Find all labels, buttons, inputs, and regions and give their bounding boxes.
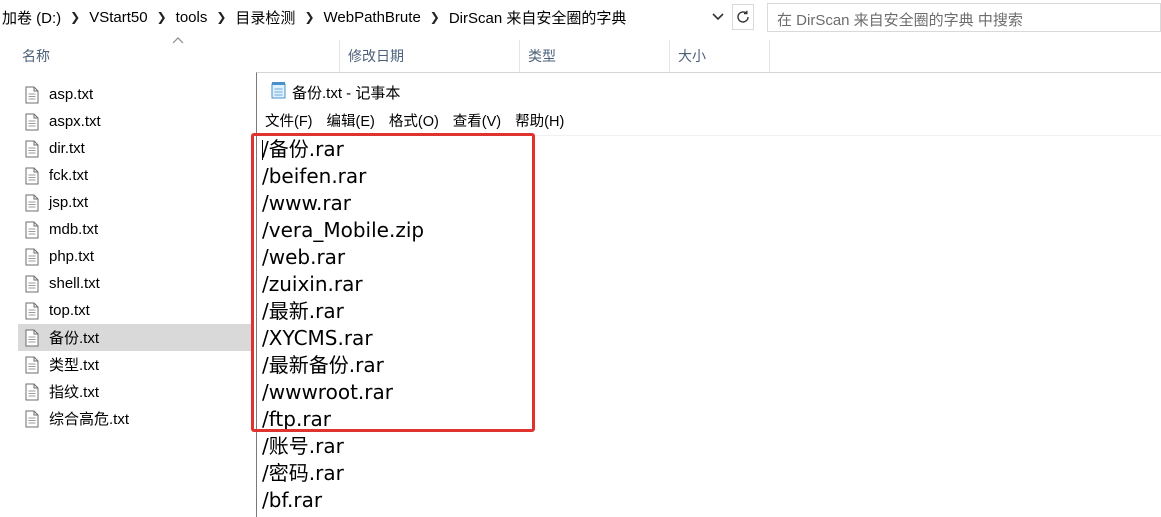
text-line: /zuixin.rar — [262, 272, 363, 296]
menu-bar: 文件(F) 编辑(E) 格式(O) 查看(V) 帮助(H) — [257, 110, 1161, 134]
chevron-right-icon[interactable]: ❯ — [297, 10, 321, 24]
search-input[interactable]: 在 DirScan 来自安全圈的字典 中搜索 — [767, 3, 1161, 32]
file-name: fck.txt — [49, 167, 89, 184]
file-name: asp.txt — [49, 86, 94, 103]
chevron-right-icon[interactable]: ❯ — [209, 10, 233, 24]
breadcrumb-webpathbrute[interactable]: WebPathBrute — [322, 9, 423, 26]
list-item[interactable]: asp.txt — [18, 81, 254, 108]
file-name: 备份.txt — [49, 330, 100, 347]
column-header-size[interactable]: 大小 — [670, 40, 770, 72]
breadcrumb-dir-detect[interactable]: 目录检测 — [233, 7, 297, 28]
sort-up-icon — [172, 37, 184, 44]
file-name: 指纹.txt — [49, 384, 100, 401]
text-file-icon — [25, 221, 39, 238]
list-item[interactable]: 综合高危.txt — [18, 405, 254, 432]
breadcrumb[interactable]: 加卷 (D:) ❯ VStart50 ❯ tools ❯ 目录检测 ❯ WebP… — [0, 3, 730, 31]
file-name: dir.txt — [49, 140, 85, 157]
notepad-window: 备份.txt - 记事本 文件(F) 编辑(E) 格式(O) 查看(V) 帮助(… — [256, 72, 1161, 517]
file-name: 综合高危.txt — [49, 411, 130, 428]
window-title: 备份.txt - 记事本 — [292, 85, 401, 102]
text-editor[interactable]: /备份.rar /beifen.rar /www.rar /vera_Mobil… — [257, 136, 1161, 517]
list-item[interactable]: php.txt — [18, 243, 254, 270]
list-item[interactable]: top.txt — [18, 297, 254, 324]
file-name: php.txt — [49, 248, 95, 265]
chevron-right-icon[interactable]: ❯ — [423, 10, 447, 24]
text-file-icon — [25, 167, 39, 184]
text-file-icon — [25, 302, 39, 319]
notepad-titlebar[interactable]: 备份.txt - 记事本 — [257, 73, 1161, 108]
column-header-modified[interactable]: 修改日期 — [340, 40, 520, 72]
file-name: shell.txt — [49, 275, 100, 292]
list-item[interactable]: shell.txt — [18, 270, 254, 297]
notepad-icon — [271, 82, 286, 99]
breadcrumb-vstart50[interactable]: VStart50 — [87, 9, 149, 26]
file-name: mdb.txt — [49, 221, 99, 238]
chevron-right-icon[interactable]: ❯ — [150, 10, 174, 24]
file-name: 类型.txt — [49, 357, 100, 374]
menu-help[interactable]: 帮助(H) — [508, 110, 571, 134]
text-line: /wwwroot.rar — [262, 380, 393, 404]
list-item[interactable]: 指纹.txt — [18, 378, 254, 405]
file-list: asp.txt aspx.txt dir.txt fck.txt jsp.txt… — [18, 81, 254, 432]
text-line: /web.rar — [262, 245, 346, 269]
file-name: jsp.txt — [49, 194, 89, 211]
text-line: /www.rar — [262, 191, 352, 215]
chevron-down-icon — [712, 13, 724, 21]
file-name: aspx.txt — [49, 113, 101, 130]
column-header-type[interactable]: 类型 — [520, 40, 670, 72]
menu-view[interactable]: 查看(V) — [446, 110, 508, 134]
text-file-icon — [25, 410, 39, 427]
text-file-icon — [25, 140, 39, 157]
text-line: /最新.rar — [262, 299, 344, 323]
text-file-icon — [25, 275, 39, 292]
text-line: /vera_Mobile.zip — [262, 218, 425, 242]
column-headers: 名称 修改日期 类型 大小 — [0, 40, 1161, 72]
list-item[interactable]: jsp.txt — [18, 189, 254, 216]
list-item[interactable]: fck.txt — [18, 162, 254, 189]
search-placeholder: 在 DirScan 来自安全圈的字典 中搜索 — [777, 12, 1023, 29]
breadcrumb-drive[interactable]: 加卷 (D:) — [0, 7, 63, 28]
text-line: /账号.rar — [262, 434, 344, 458]
text-file-icon — [25, 113, 39, 130]
text-line: /密码.rar — [262, 461, 344, 485]
menu-edit[interactable]: 编辑(E) — [320, 110, 382, 134]
list-item-selected[interactable]: 备份.txt — [18, 324, 254, 351]
list-item[interactable]: 类型.txt — [18, 351, 254, 378]
chevron-right-icon[interactable]: ❯ — [63, 10, 87, 24]
menu-format[interactable]: 格式(O) — [382, 110, 446, 134]
list-item[interactable]: dir.txt — [18, 135, 254, 162]
list-item[interactable]: mdb.txt — [18, 216, 254, 243]
address-history-button[interactable] — [707, 5, 729, 29]
text-caret — [262, 140, 263, 160]
text-line: /最新备份.rar — [262, 353, 384, 377]
text-file-icon — [25, 356, 39, 373]
file-name: top.txt — [49, 302, 90, 319]
text-file-icon — [25, 329, 39, 346]
breadcrumb-tools[interactable]: tools — [174, 9, 210, 26]
menu-file[interactable]: 文件(F) — [257, 110, 320, 134]
breadcrumb-dirscan[interactable]: DirScan 来自安全圈的字典 — [447, 7, 629, 28]
text-line: /备份.rar — [262, 137, 344, 161]
text-line: /ftp.rar — [262, 407, 332, 431]
text-file-icon — [25, 383, 39, 400]
text-file-icon — [25, 86, 39, 103]
text-file-icon — [25, 194, 39, 211]
text-line: /bf.rar — [262, 488, 323, 512]
list-item[interactable]: aspx.txt — [18, 108, 254, 135]
address-bar: 加卷 (D:) ❯ VStart50 ❯ tools ❯ 目录检测 ❯ WebP… — [0, 0, 1161, 36]
refresh-icon — [737, 10, 749, 23]
text-file-icon — [25, 248, 39, 265]
text-line: /XYCMS.rar — [262, 326, 373, 350]
text-line: /beifen.rar — [262, 164, 367, 188]
refresh-button[interactable] — [732, 4, 754, 30]
column-header-name[interactable]: 名称 — [14, 40, 340, 72]
